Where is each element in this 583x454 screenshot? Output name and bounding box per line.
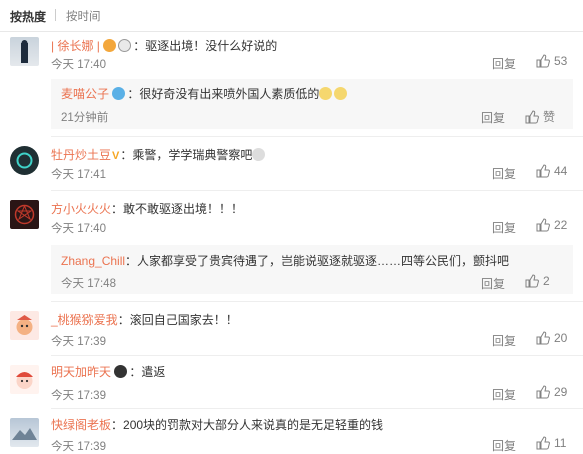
avatar[interactable] [10, 311, 39, 340]
comment-username[interactable]: 明天加昨天 [51, 365, 111, 379]
reply-button[interactable]: 回复 [492, 165, 516, 182]
comment-username[interactable]: 方小火火火 [51, 202, 111, 216]
reply-button[interactable]: 回复 [492, 386, 516, 403]
like-button[interactable]: 20 [536, 331, 567, 345]
like-label: 赞 [543, 110, 556, 124]
reply-button[interactable]: 回复 [492, 332, 516, 349]
comment-username[interactable]: | 徐长娜 | [51, 39, 100, 53]
sort-bar: 按热度 按时间 [0, 0, 583, 32]
thumbs-up-icon [536, 331, 550, 345]
crown-emoji-icon [252, 148, 266, 161]
comment-text: ：遣返 [129, 365, 166, 379]
thumbs-up-icon [536, 436, 550, 450]
comment-time: 今天 17:39 [51, 390, 106, 402]
divider [51, 190, 583, 191]
like-count: 53 [554, 54, 568, 68]
like-count: 11 [554, 436, 567, 450]
comment-time: 21分钟前 [61, 112, 109, 124]
face-emoji-icon [103, 39, 117, 52]
reply-button[interactable]: 回复 [481, 275, 505, 292]
like-button[interactable]: 22 [536, 218, 567, 232]
divider [51, 355, 583, 356]
comment-text: ：200块的罚款对大部分人来说真的是无足轻重的钱 [111, 418, 384, 432]
divider [51, 408, 583, 409]
reply-button[interactable]: 回复 [492, 437, 516, 454]
thumbs-up-icon [525, 274, 539, 288]
panda-emoji-icon [118, 39, 132, 52]
thumbs-up-icon [525, 109, 539, 123]
comment-item: 方小火火火：敢不敢驱逐出境！！！ 今天 17:40 回复 22 [0, 194, 583, 238]
comment-username[interactable]: Zhang_Chill [61, 254, 125, 268]
sort-divider [55, 9, 56, 21]
like-button[interactable]: 2 [525, 274, 550, 288]
like-button[interactable]: 赞 [525, 108, 555, 125]
thumbs-up-icon [536, 218, 550, 232]
comment-time: 今天 17:48 [61, 278, 116, 290]
avatar[interactable] [10, 37, 39, 66]
like-count: 29 [554, 385, 568, 399]
comment-item: 快绿阁老板：200块的罚款对大部分人来说真的是无足轻重的钱 今天 17:39 回… [0, 410, 583, 453]
comment-item: _桃猴猕爱我：滚回自己国家去！！ 今天 17:39 回复 20 [0, 305, 583, 351]
like-button[interactable]: 29 [536, 385, 567, 399]
thumbs-up-icon [536, 54, 550, 68]
verified-badge-icon: V [112, 150, 120, 162]
like-button[interactable]: 11 [536, 436, 566, 450]
sort-by-time-tab[interactable]: 按时间 [66, 8, 101, 24]
avatar[interactable] [10, 200, 39, 229]
divider [51, 136, 583, 137]
comment-text: ：乘警，学学瑞典警察吧 [120, 148, 253, 162]
like-count: 44 [554, 164, 568, 178]
like-count: 20 [554, 331, 568, 345]
comment-item: | 徐长娜 | ：驱逐出境！没什么好说的 今天 17:40 回复 53 [0, 32, 583, 76]
reply-button[interactable]: 回复 [492, 55, 516, 72]
sunglasses-emoji-icon [114, 365, 128, 378]
comment-username[interactable]: _桃猴猕爱我 [51, 313, 118, 327]
comment-time: 今天 17:39 [51, 441, 106, 453]
glasses-emoji-icon [319, 87, 333, 100]
comment-text: ：很好奇没有出来喷外国人素质低的 [127, 87, 320, 101]
comment-time: 今天 17:40 [51, 59, 106, 71]
comment-time: 今天 17:41 [51, 169, 106, 181]
comment-text: ：驱逐出境！没什么好说的 [133, 39, 278, 53]
like-count: 2 [543, 274, 550, 288]
comment-username[interactable]: 麦喵公子 [61, 87, 109, 101]
avatar[interactable] [10, 418, 39, 447]
like-count: 22 [554, 218, 568, 232]
comment-text: ：滚回自己国家去！！ [117, 313, 238, 327]
like-button[interactable]: 53 [536, 54, 567, 68]
reply-button[interactable]: 回复 [481, 109, 505, 126]
reply-button[interactable]: 回复 [492, 219, 516, 236]
thumbs-up-icon [536, 164, 550, 178]
thumbs-up-icon [536, 385, 550, 399]
comment-time: 今天 17:40 [51, 223, 106, 235]
comment-text: ：人家都享受了贵宾待遇了，岂能说驱逐就驱逐……四等公民们，颤抖吧 [125, 254, 510, 268]
comment-username[interactable]: 牡丹炒土豆 [51, 148, 111, 162]
comment-item: 明天加昨天 ：遣返 今天 17:39 回复 29 [0, 357, 583, 405]
sub-comment-box: Zhang_Chill：人家都享受了贵宾待遇了，岂能说驱逐就驱逐……四等公民们，… [51, 245, 573, 294]
comment-text: ：敢不敢驱逐出境！！！ [111, 202, 244, 216]
balloon-emoji-icon [112, 87, 126, 100]
comment-item: 牡丹炒土豆V：乘警，学学瑞典警察吧 今天 17:41 回复 44 [0, 140, 583, 185]
sort-by-hot-tab[interactable]: 按热度 [10, 8, 46, 25]
comment-username[interactable]: 快绿阁老板 [51, 418, 111, 432]
avatar[interactable] [10, 146, 39, 175]
divider [51, 301, 583, 302]
avatar[interactable] [10, 365, 39, 394]
sub-comment-box: 麦喵公子 ：很好奇没有出来喷外国人素质低的 21分钟前 回复 赞 [51, 79, 573, 129]
comment-time: 今天 17:39 [51, 336, 106, 348]
like-button[interactable]: 44 [536, 164, 567, 178]
smile-emoji-icon [334, 87, 348, 100]
